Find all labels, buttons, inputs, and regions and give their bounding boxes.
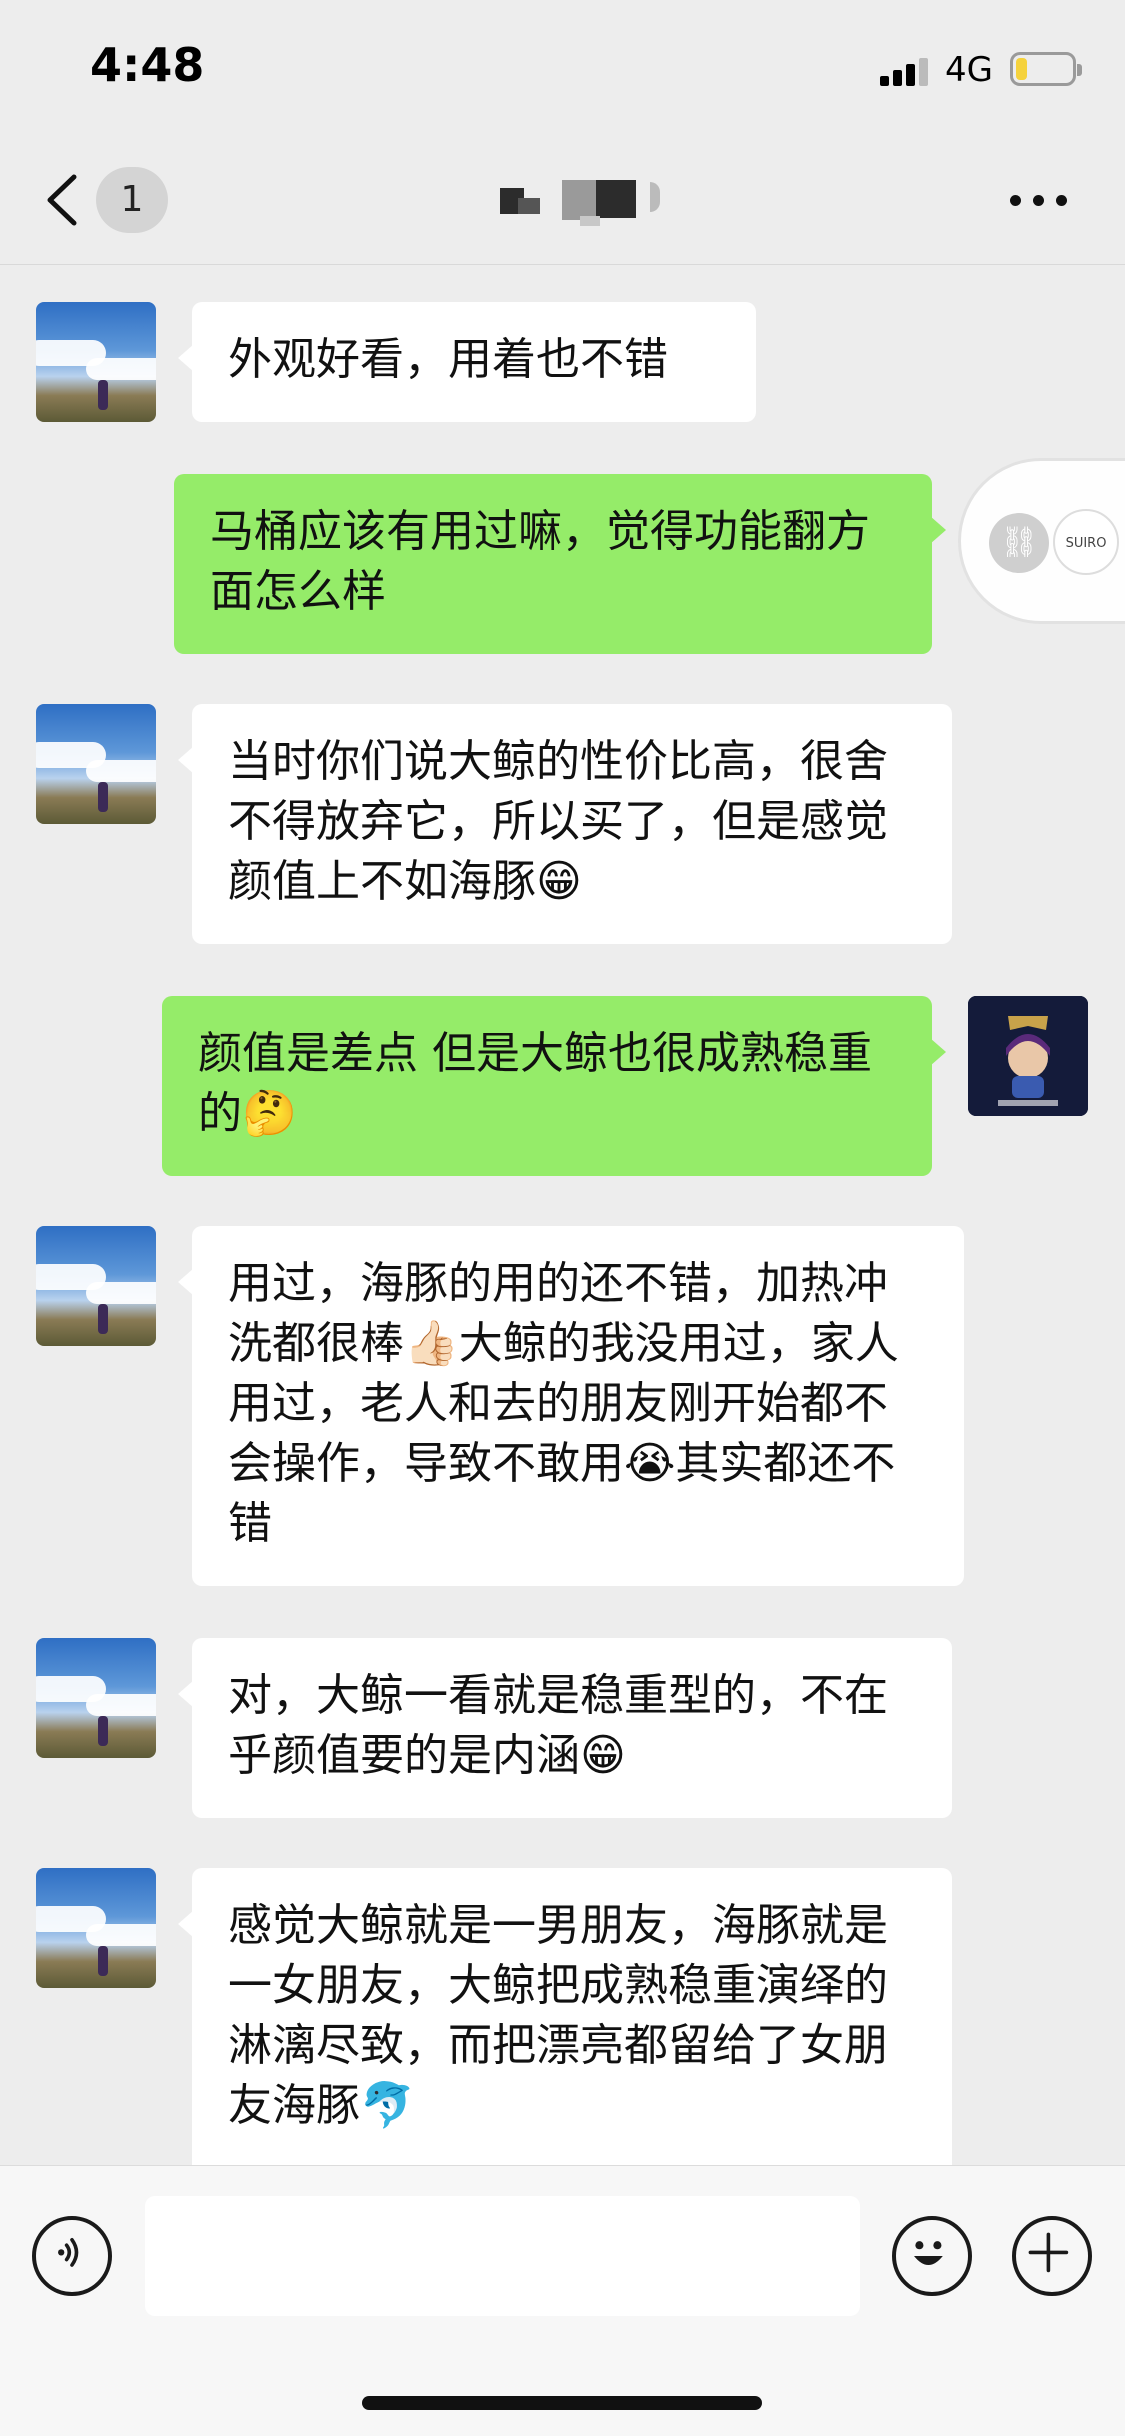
plus-icon[interactable] [1012, 2216, 1092, 2296]
status-bar: 4:48 4G [0, 0, 1125, 135]
unread-count-badge[interactable]: 1 [96, 167, 168, 233]
contact-avatar[interactable] [36, 704, 156, 824]
voice-icon[interactable] [32, 2216, 112, 2296]
outgoing-message-bubble[interactable]: 颜值是差点 但是大鲸也很成熟稳重的🤔 [162, 996, 946, 1176]
signal-icon [880, 58, 932, 86]
chat-title-redacted [500, 180, 680, 226]
own-avatar[interactable] [968, 996, 1088, 1116]
emoji-icon[interactable] [892, 2216, 972, 2296]
battery-icon [1010, 52, 1082, 86]
outgoing-message-bubble[interactable]: 马桶应该有用过嘛，觉得功能翻方面怎么样 [174, 474, 946, 654]
link-icon[interactable]: ⛓ [989, 513, 1049, 573]
suiro-logo: SUIRO [1053, 509, 1119, 575]
network-type: 4G [945, 50, 993, 90]
contact-avatar[interactable] [36, 1868, 156, 1988]
back-chevron-icon[interactable] [42, 173, 82, 226]
incoming-message-bubble[interactable]: 当时你们说大鲸的性价比高，很舍不得放弃它，所以买了，但是感觉颜值上不如海豚😁 [178, 704, 952, 944]
message-input[interactable] [145, 2196, 860, 2316]
chat-nav-bar: 1 [0, 135, 1125, 265]
contact-avatar[interactable] [36, 302, 156, 422]
incoming-message-bubble[interactable]: 对，大鲸一看就是稳重型的，不在乎颜值要的是内涵😁 [178, 1638, 952, 1818]
status-time: 4:48 [90, 38, 205, 92]
contact-avatar[interactable] [36, 1226, 156, 1346]
incoming-message-bubble[interactable]: 感觉大鲸就是一男朋友，海豚就是一女朋友，大鲸把成熟稳重演绎的淋漓尽致，而把漂亮都… [178, 1868, 952, 2165]
home-indicator[interactable] [362, 2396, 762, 2410]
contact-avatar[interactable] [36, 1638, 156, 1758]
incoming-message-bubble[interactable]: 用过，海豚的用的还不错，加热冲洗都很棒👍🏻大鲸的我没用过，家人用过，老人和去的朋… [178, 1226, 964, 1586]
floating-link-widget[interactable]: ⛓ SUIRO [958, 458, 1125, 624]
more-icon[interactable] [1010, 195, 1070, 207]
incoming-message-bubble[interactable]: 外观好看，用着也不错 [178, 302, 756, 422]
